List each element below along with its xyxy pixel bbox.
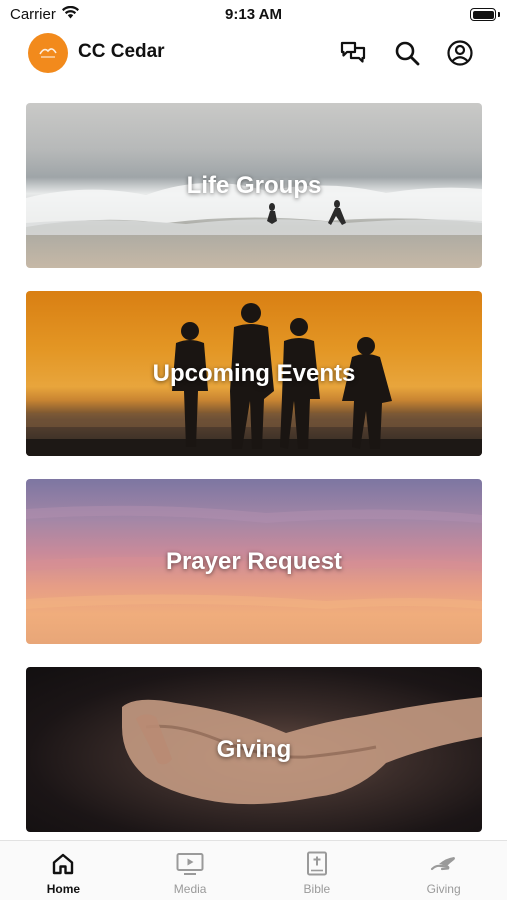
- feature-card-list: Life Groups Upcoming Events Prayer Reque…: [26, 103, 482, 855]
- search-icon[interactable]: [392, 38, 422, 68]
- status-time: 9:13 AM: [225, 6, 282, 23]
- tab-bible[interactable]: Bible: [254, 841, 381, 900]
- status-bar: Carrier 9:13 AM: [0, 0, 507, 28]
- app-header: CC Cedar: [0, 28, 507, 78]
- logo-mark-icon: [39, 48, 57, 58]
- bible-icon: [303, 850, 331, 878]
- tab-label: Home: [46, 882, 81, 896]
- card-giving[interactable]: Giving: [26, 667, 482, 832]
- tab-label: Bible: [303, 882, 331, 896]
- app-title: CC Cedar: [78, 41, 165, 62]
- card-prayer-request[interactable]: Prayer Request: [26, 479, 482, 644]
- card-label: Giving: [216, 735, 292, 763]
- tab-label: Giving: [426, 882, 461, 896]
- card-label: Prayer Request: [165, 547, 343, 575]
- bottom-tab-bar: Home Media Bible Giving: [0, 840, 507, 900]
- card-life-groups[interactable]: Life Groups: [26, 103, 482, 268]
- tab-giving[interactable]: Giving: [380, 841, 507, 900]
- card-label: Life Groups: [186, 171, 322, 199]
- tab-home[interactable]: Home: [0, 841, 127, 900]
- battery-icon: [470, 8, 496, 21]
- media-icon: [176, 850, 204, 878]
- app-logo: [28, 33, 68, 73]
- card-label: Upcoming Events: [152, 359, 356, 387]
- giving-icon: [430, 850, 458, 878]
- card-upcoming-events[interactable]: Upcoming Events: [26, 291, 482, 456]
- home-icon: [49, 850, 77, 878]
- tab-media[interactable]: Media: [127, 841, 254, 900]
- profile-icon[interactable]: [445, 38, 475, 68]
- tab-label: Media: [173, 882, 207, 896]
- chat-icon[interactable]: [338, 38, 368, 68]
